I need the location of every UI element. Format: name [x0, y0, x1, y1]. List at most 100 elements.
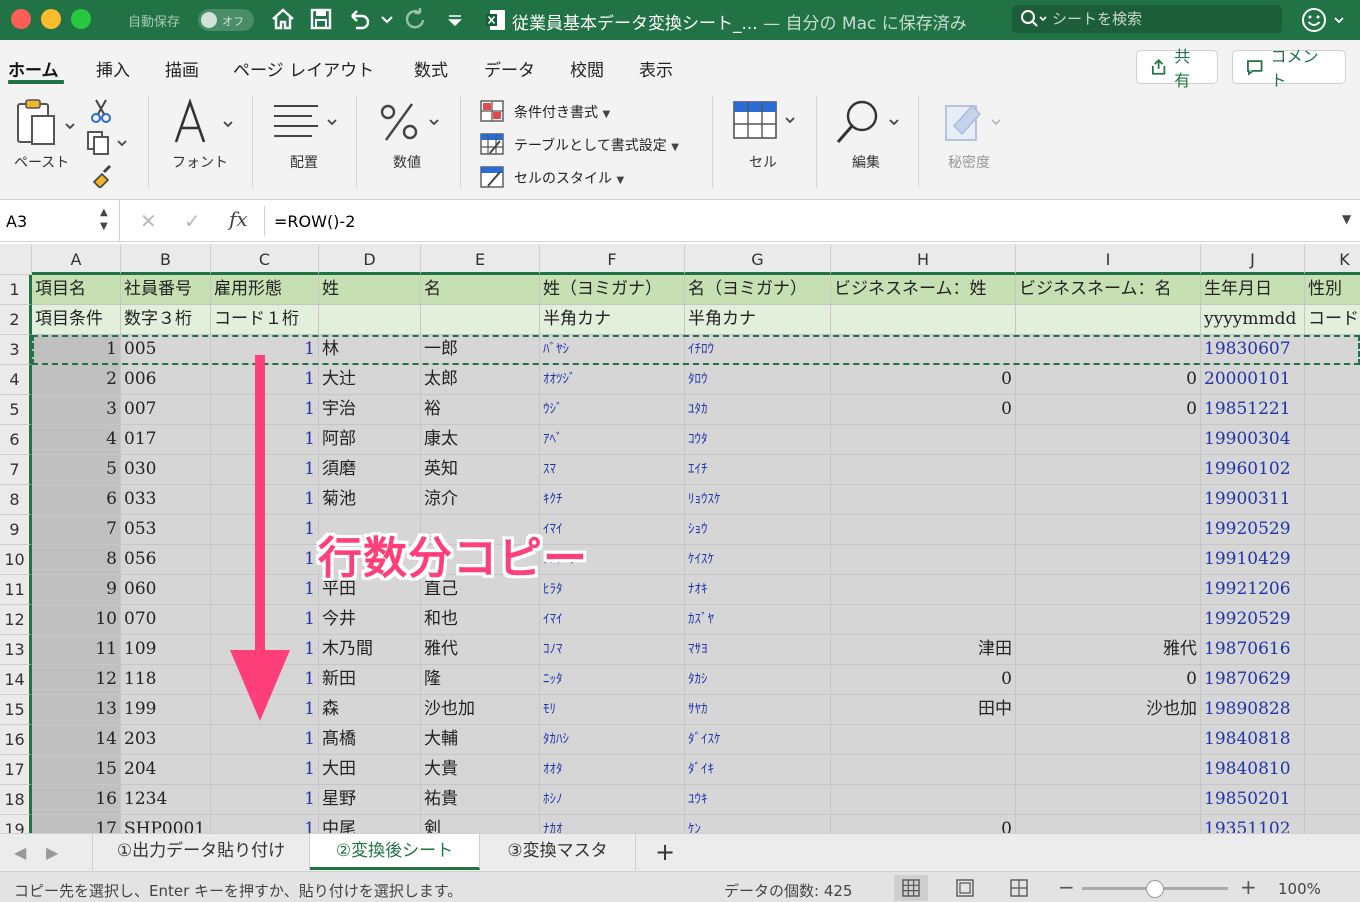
cell-h11[interactable] [831, 575, 1016, 605]
redo-icon[interactable] [400, 4, 430, 34]
zoom-out-icon[interactable]: − [1058, 875, 1075, 899]
cell-f1[interactable]: 姓（ヨミガナ） [540, 275, 685, 305]
cell-c1[interactable]: 雇用形態 [211, 275, 319, 305]
row-header[interactable]: 17 [0, 755, 32, 785]
cell-f4[interactable]: ｵｵﾂｼﾞ [540, 365, 685, 395]
cell-a11[interactable]: 9 [32, 575, 121, 605]
cell-b9[interactable]: 053 [121, 515, 211, 545]
cell-g10[interactable]: ｹｲｽｹ [685, 545, 831, 575]
cell-f13[interactable]: ｺﾉﾏ [540, 635, 685, 665]
row-header[interactable]: 4 [0, 365, 32, 395]
cell-f2[interactable]: 半角カナ [540, 305, 685, 335]
cell-c16[interactable]: 1 [211, 725, 319, 755]
cell-h7[interactable] [831, 455, 1016, 485]
cell-a9[interactable]: 7 [32, 515, 121, 545]
cell-e13[interactable]: 雅代 [421, 635, 540, 665]
cell-b13[interactable]: 109 [121, 635, 211, 665]
cell-g9[interactable]: ｼｮｳ [685, 515, 831, 545]
sheet-search-box[interactable] [1012, 5, 1282, 33]
cell-g1[interactable]: 名（ヨミガナ） [685, 275, 831, 305]
comment-button[interactable]: コメント [1232, 47, 1346, 90]
cell-j3[interactable]: 19830607 [1201, 335, 1305, 365]
cell-g11[interactable]: ﾅｵｷ [685, 575, 831, 605]
cell-h5[interactable]: 0 [831, 395, 1016, 425]
row-header[interactable]: 18 [0, 785, 32, 815]
cell-k12[interactable] [1305, 605, 1360, 635]
cell-e12[interactable]: 和也 [421, 605, 540, 635]
cell-f17[interactable]: ｵｵﾀ [540, 755, 685, 785]
cell-h9[interactable] [831, 515, 1016, 545]
cell-a16[interactable]: 14 [32, 725, 121, 755]
cell-j4[interactable]: 20000101 [1201, 365, 1305, 395]
cell-g4[interactable]: ﾀﾛｳ [685, 365, 831, 395]
cell-f15[interactable]: ﾓﾘ [540, 695, 685, 725]
cell-g17[interactable]: ﾀﾞｲｷ [685, 755, 831, 785]
cell-i16[interactable] [1016, 725, 1201, 755]
cell-a6[interactable]: 4 [32, 425, 121, 455]
cell-h13[interactable]: 津田 [831, 635, 1016, 665]
cell-i7[interactable] [1016, 455, 1201, 485]
cell-f14[interactable]: ﾆｯﾀ [540, 665, 685, 695]
row-header[interactable]: 8 [0, 485, 32, 515]
cell-f19[interactable]: ﾅｶｵ [540, 815, 685, 833]
name-box[interactable]: ▲▼ [0, 200, 120, 242]
cell-j2[interactable]: yyyymmdd [1201, 305, 1305, 335]
zoom-slider-thumb[interactable] [1146, 880, 1164, 898]
cell-j1[interactable]: 生年月日 [1201, 275, 1305, 305]
cell-b6[interactable]: 017 [121, 425, 211, 455]
cancel-icon[interactable]: ✕ [140, 209, 157, 233]
row-header[interactable]: 14 [0, 665, 32, 695]
cell-g3[interactable]: ｲﾁﾛｳ [685, 335, 831, 365]
cell-g7[interactable]: ｴｲﾁ [685, 455, 831, 485]
column-header-b[interactable]: B [121, 244, 211, 275]
column-header-h[interactable]: H [831, 244, 1016, 275]
cell-i14[interactable]: 0 [1016, 665, 1201, 695]
cell-i13[interactable]: 雅代 [1016, 635, 1201, 665]
cell-g2[interactable]: 半角カナ [685, 305, 831, 335]
cell-k11[interactable] [1305, 575, 1360, 605]
cell-e19[interactable]: 剣 [421, 815, 540, 833]
cell-a8[interactable]: 6 [32, 485, 121, 515]
cell-f7[interactable]: ｽﾏ [540, 455, 685, 485]
cell-d14[interactable]: 新田 [319, 665, 421, 695]
cell-k14[interactable] [1305, 665, 1360, 695]
cell-a3[interactable]: 1 [32, 335, 121, 365]
cell-k18[interactable] [1305, 785, 1360, 815]
sheet-tab-converted[interactable]: ②変換後シート [310, 834, 480, 870]
cell-d4[interactable]: 大辻 [319, 365, 421, 395]
undo-chevron-icon[interactable] [372, 4, 393, 34]
cell-e15[interactable]: 沙也加 [421, 695, 540, 725]
close-window-button[interactable] [11, 9, 31, 29]
cell-d13[interactable]: 木乃間 [319, 635, 421, 665]
row-header[interactable]: 16 [0, 725, 32, 755]
cell-h17[interactable] [831, 755, 1016, 785]
cell-b19[interactable]: SHP0001 [121, 815, 211, 833]
cell-b12[interactable]: 070 [121, 605, 211, 635]
cell-k19[interactable] [1305, 815, 1360, 833]
sheet-tab-conversion-master[interactable]: ③変換マスタ [480, 834, 636, 870]
cell-k2[interactable]: コード [1305, 305, 1360, 335]
cell-j16[interactable]: 19840818 [1201, 725, 1305, 755]
cell-e3[interactable]: 一郎 [421, 335, 540, 365]
autosave-toggle[interactable]: オフ [198, 9, 254, 31]
cell-j14[interactable]: 19870629 [1201, 665, 1305, 695]
cell-f3[interactable]: ﾊﾞﾔｼ [540, 335, 685, 365]
cell-j11[interactable]: 19921206 [1201, 575, 1305, 605]
cell-j15[interactable]: 19890828 [1201, 695, 1305, 725]
tab-home[interactable]: ホーム [8, 56, 59, 81]
row-header[interactable]: 2 [0, 305, 32, 335]
tab-data[interactable]: データ [484, 56, 535, 81]
cell-b2[interactable]: 数字３桁 [121, 305, 211, 335]
cell-i2[interactable] [1016, 305, 1201, 335]
cell-a5[interactable]: 3 [32, 395, 121, 425]
cell-d7[interactable]: 須磨 [319, 455, 421, 485]
name-box-input[interactable] [6, 211, 94, 231]
account-icon[interactable] [1300, 6, 1348, 38]
cell-d8[interactable]: 菊池 [319, 485, 421, 515]
copy-icon[interactable] [86, 130, 130, 160]
cell-k6[interactable] [1305, 425, 1360, 455]
row-header[interactable]: 12 [0, 605, 32, 635]
formula-input[interactable] [274, 210, 1314, 232]
zoom-in-icon[interactable]: + [1240, 875, 1257, 899]
paste-button[interactable] [12, 98, 78, 158]
